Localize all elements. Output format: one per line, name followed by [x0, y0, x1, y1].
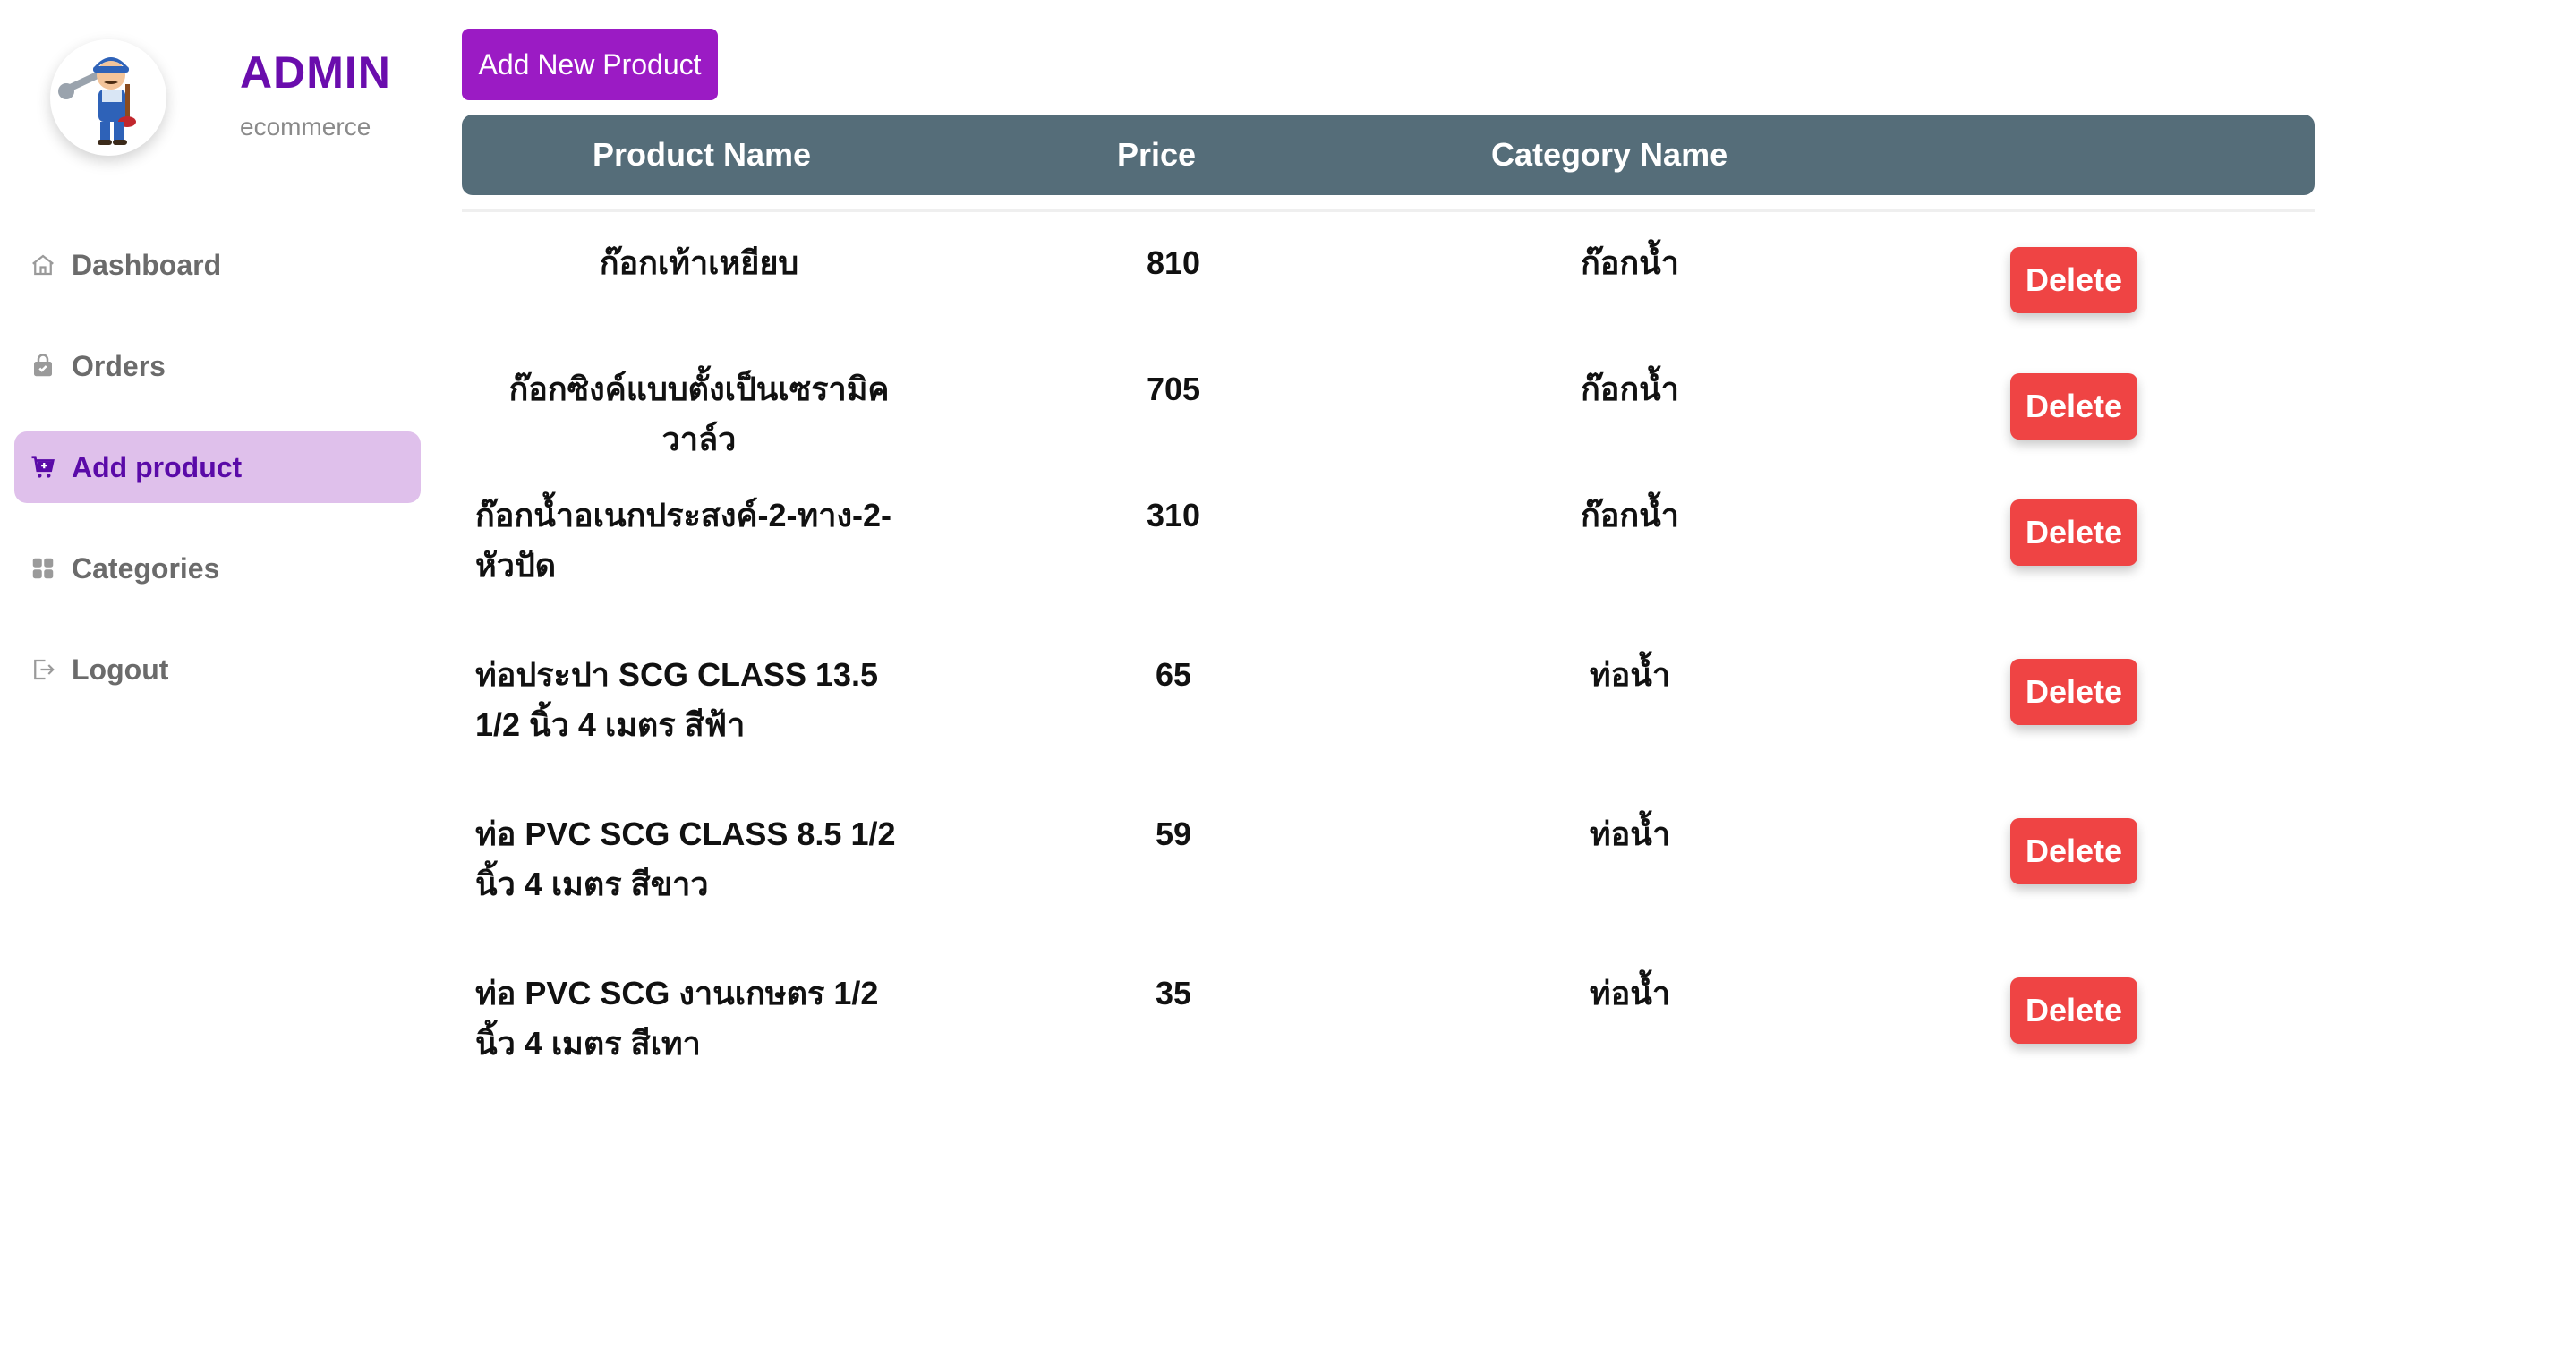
- delete-button[interactable]: Delete: [2010, 659, 2137, 725]
- add-new-product-button[interactable]: Add New Product: [462, 29, 718, 100]
- category-cell: ท่อน้ำ: [1589, 975, 1671, 1011]
- table-header: Product Name Price Category Name: [462, 115, 2315, 195]
- cart-plus-icon: [29, 453, 57, 482]
- sidebar-item-logout[interactable]: Logout: [14, 634, 421, 705]
- plumber-logo: [50, 39, 166, 156]
- column-header-category-name: Category Name: [1491, 136, 1728, 173]
- bag-icon: [29, 352, 57, 380]
- category-cell: ก๊อกน้ำ: [1580, 244, 1680, 281]
- sidebar-item-add-product[interactable]: Add product: [14, 431, 421, 503]
- product-name-cell: ท่อประปา SCG CLASS 13.5 1/2 นิ้ว 4 เมตร …: [475, 656, 879, 743]
- column-header-price: Price: [1117, 136, 1197, 173]
- brand: ADMIN ecommerce: [50, 39, 426, 165]
- sidebar: ADMIN ecommerce Dashboard Orders Add pro…: [0, 0, 430, 1357]
- product-name-cell: ก๊อกเท้าเหยียบ: [599, 244, 799, 281]
- product-name-cell: ท่อ PVC SCG งานเกษตร 1/2 นิ้ว 4 เมตร สีเ…: [475, 975, 879, 1062]
- price-cell: 705: [1146, 371, 1201, 407]
- home-icon: [29, 251, 57, 279]
- price-cell: 35: [1155, 975, 1192, 1011]
- sidebar-item-label: Logout: [72, 653, 169, 686]
- sidebar-nav: Dashboard Orders Add product Categories …: [14, 229, 421, 735]
- brand-subtitle: ecommerce: [240, 113, 371, 141]
- product-name-cell: ก๊อกซิงค์แบบตั้งเป็นเซรามิควาล์ว: [508, 371, 890, 457]
- product-name-cell: ก๊อกน้ำอเนกประสงค์-2-ทาง-2-หัวปัด: [475, 497, 892, 584]
- product-name-cell: ท่อ PVC SCG CLASS 8.5 1/2 นิ้ว 4 เมตร สี…: [475, 815, 896, 902]
- header-divider: [462, 209, 2315, 212]
- delete-button[interactable]: Delete: [2010, 247, 2137, 313]
- brand-title: ADMIN: [240, 47, 391, 98]
- column-header-product-name: Product Name: [593, 136, 812, 173]
- sidebar-item-label: Categories: [72, 551, 220, 585]
- price-cell: 65: [1155, 656, 1192, 693]
- delete-button[interactable]: Delete: [2010, 977, 2137, 1044]
- price-cell: 59: [1155, 815, 1192, 852]
- price-cell: 310: [1146, 497, 1201, 533]
- price-cell: 810: [1146, 244, 1201, 281]
- sidebar-item-label: Dashboard: [72, 248, 222, 281]
- category-cell: ก๊อกน้ำ: [1580, 371, 1680, 407]
- category-cell: ท่อน้ำ: [1589, 656, 1671, 693]
- grid-icon: [29, 554, 57, 583]
- sidebar-item-categories[interactable]: Categories: [14, 533, 421, 604]
- delete-button[interactable]: Delete: [2010, 818, 2137, 884]
- sidebar-item-orders[interactable]: Orders: [14, 330, 421, 402]
- category-cell: ท่อน้ำ: [1589, 815, 1671, 852]
- sidebar-item-label: Add product: [72, 450, 243, 483]
- sidebar-item-dashboard[interactable]: Dashboard: [14, 229, 421, 301]
- delete-button[interactable]: Delete: [2010, 373, 2137, 440]
- sidebar-item-label: Orders: [72, 349, 166, 382]
- category-cell: ก๊อกน้ำ: [1580, 497, 1680, 533]
- delete-button[interactable]: Delete: [2010, 499, 2137, 566]
- logout-icon: [29, 655, 57, 684]
